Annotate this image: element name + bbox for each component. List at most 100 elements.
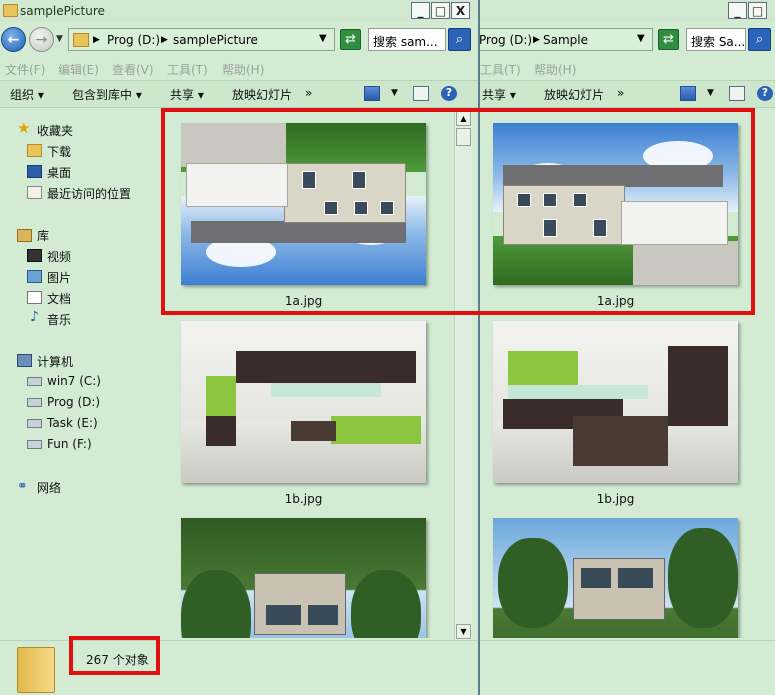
help-icon[interactable]: ? <box>441 86 457 101</box>
folder-icon <box>3 4 18 17</box>
nav-drive-f[interactable]: Fun (F:) <box>47 437 92 451</box>
scrollbar-thumb[interactable] <box>456 128 471 146</box>
refresh-icon[interactable]: ⇄ <box>658 29 679 50</box>
menu-tools[interactable]: 工具(T) <box>167 61 208 78</box>
breadcrumb-chevron-icon[interactable]: ▶ <box>93 35 100 45</box>
menu-edit[interactable]: 编辑(E) <box>58 61 99 78</box>
command-bar: 共享 ▾ 放映幻灯片 » ▼ ? <box>480 80 775 108</box>
drive-icon <box>27 440 42 449</box>
file-list: 1a.jpg 1b.jpg <box>160 108 454 638</box>
nav-desktop[interactable]: 桌面 <box>47 164 71 181</box>
views-icon[interactable] <box>680 86 696 101</box>
nav-network[interactable]: 网络 <box>37 479 61 496</box>
preview-pane-icon[interactable] <box>729 86 745 101</box>
include-label: 包含到库中 <box>72 88 133 102</box>
file-name[interactable]: 1a.jpg <box>493 294 738 308</box>
scroll-up-icon[interactable]: ▲ <box>456 111 471 126</box>
thumbnail-1b[interactable] <box>493 321 738 483</box>
menu-help[interactable]: 帮助(H) <box>534 61 576 78</box>
minimize-button[interactable]: _ <box>728 2 747 19</box>
scroll-down-icon[interactable]: ▼ <box>456 624 471 639</box>
chevron-down-icon[interactable]: ▼ <box>637 33 645 44</box>
title-bar: _ □ <box>480 0 775 22</box>
thumbnail-1a[interactable] <box>493 123 738 285</box>
address-row: ← → ▼ ▶ Prog (D:) ▶ samplePicture ▼ ⇄ 搜索… <box>0 26 478 54</box>
nav-libraries[interactable]: 库 <box>37 227 49 244</box>
chevron-down-icon[interactable]: ▼ <box>319 33 327 44</box>
title-bar: samplePicture _ □ X <box>0 0 478 22</box>
chevron-down-icon[interactable]: ▼ <box>707 88 714 98</box>
nav-recent[interactable]: 最近访问的位置 <box>47 185 131 202</box>
close-button[interactable]: X <box>451 2 470 19</box>
item-count: 267 个对象 <box>86 653 149 667</box>
organize-button[interactable]: 组织 ▾ <box>10 86 44 103</box>
thumbnail-modern-house[interactable] <box>493 518 738 638</box>
window-title: samplePicture <box>20 4 105 18</box>
drive-icon <box>27 419 42 428</box>
nav-favorites[interactable]: 收藏夹 <box>37 122 73 139</box>
nav-pictures[interactable]: 图片 <box>47 269 71 286</box>
file-list: 1a.jpg 1b.jpg <box>480 108 775 638</box>
modern-house-photo <box>181 518 426 638</box>
include-in-library-button[interactable]: 包含到库中 ▾ <box>72 86 142 103</box>
address-bar[interactable]: Prog (D:) ▶ Sample ▼ <box>480 28 653 51</box>
folder-icon <box>17 647 55 693</box>
share-button[interactable]: 共享 ▾ <box>482 86 516 103</box>
menu-view[interactable]: 查看(V) <box>112 61 154 78</box>
nav-drive-e[interactable]: Task (E:) <box>47 416 98 430</box>
share-button[interactable]: 共享 ▾ <box>170 86 204 103</box>
forward-arrow-icon[interactable]: → <box>29 27 54 52</box>
more-commands-button[interactable]: » <box>617 86 624 100</box>
minimize-button[interactable]: _ <box>411 2 430 19</box>
address-bar[interactable]: ▶ Prog (D:) ▶ samplePicture ▼ <box>68 28 335 51</box>
kitchen-photo <box>181 321 426 483</box>
nav-computer[interactable]: 计算机 <box>37 353 73 370</box>
menu-file[interactable]: 文件(F) <box>5 61 45 78</box>
video-icon <box>27 249 42 262</box>
downloads-folder-icon <box>27 144 42 157</box>
preview-pane-icon[interactable] <box>413 86 429 101</box>
nav-downloads[interactable]: 下载 <box>47 143 71 160</box>
thumbnail-modern-house[interactable] <box>181 518 426 638</box>
search-input[interactable]: 搜索 Sa... <box>686 28 746 51</box>
file-name[interactable]: 1b.jpg <box>181 492 426 506</box>
nav-drive-d[interactable]: Prog (D:) <box>47 395 100 409</box>
menu-tools[interactable]: 工具(T) <box>480 61 521 78</box>
file-name[interactable]: 1b.jpg <box>493 492 738 506</box>
breadcrumb-chevron-icon[interactable]: ▶ <box>533 35 540 45</box>
nav-videos[interactable]: 视频 <box>47 248 71 265</box>
network-icon: ⚭ <box>17 479 28 494</box>
search-placeholder: 搜索 sam... <box>373 35 438 49</box>
chevron-down-icon[interactable]: ▼ <box>391 88 398 98</box>
documents-icon <box>27 291 42 304</box>
thumbnail-1a[interactable] <box>181 123 426 285</box>
folder-icon <box>73 33 89 47</box>
back-arrow-icon[interactable]: ← <box>1 27 26 52</box>
views-icon[interactable] <box>364 86 380 101</box>
breadcrumb-chevron-icon[interactable]: ▶ <box>161 35 168 45</box>
refresh-icon[interactable]: ⇄ <box>340 29 361 50</box>
search-icon[interactable]: ⌕ <box>448 28 471 51</box>
library-icon <box>17 229 32 242</box>
breadcrumb-folder[interactable]: samplePicture <box>173 33 258 47</box>
file-name[interactable]: 1a.jpg <box>181 294 426 308</box>
search-input[interactable]: 搜索 sam... <box>368 28 446 51</box>
nav-music[interactable]: 音乐 <box>47 311 71 328</box>
slideshow-button[interactable]: 放映幻灯片 <box>232 86 292 103</box>
nav-documents[interactable]: 文档 <box>47 290 71 307</box>
more-commands-button[interactable]: » <box>305 86 312 100</box>
slideshow-button[interactable]: 放映幻灯片 <box>544 86 604 103</box>
menu-help[interactable]: 帮助(H) <box>222 61 264 78</box>
history-dropdown-icon[interactable]: ▼ <box>56 34 63 44</box>
nav-drive-c[interactable]: win7 (C:) <box>47 374 101 388</box>
search-icon[interactable]: ⌕ <box>748 28 771 51</box>
thumbnail-1b[interactable] <box>181 321 426 483</box>
help-icon[interactable]: ? <box>757 86 773 101</box>
maximize-button[interactable]: □ <box>748 2 767 19</box>
maximize-button[interactable]: □ <box>431 2 450 19</box>
breadcrumb-drive[interactable]: Prog (D:) <box>480 33 532 47</box>
breadcrumb-folder[interactable]: Sample <box>543 33 588 47</box>
vertical-scrollbar[interactable]: ▲ ▼ <box>454 110 472 640</box>
windows-drive-icon <box>27 377 42 386</box>
breadcrumb-drive[interactable]: Prog (D:) <box>107 33 160 47</box>
